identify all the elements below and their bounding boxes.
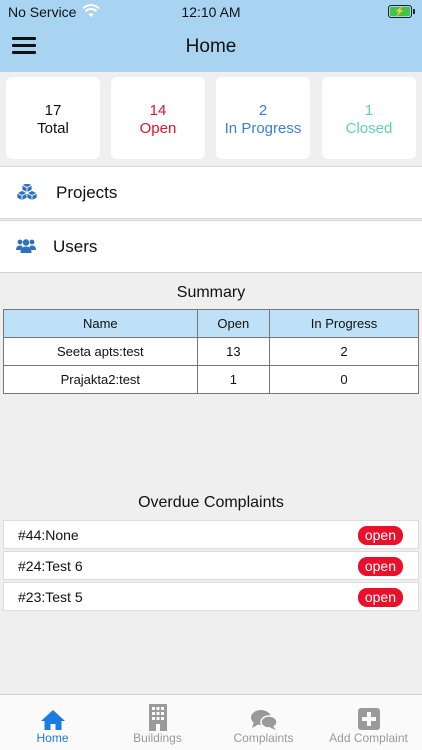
stat-count: 1: [364, 102, 374, 119]
stats-row: 17 Total 14 Open 2 In Progress 1 Closed: [6, 77, 416, 159]
summary-title: Summary: [176, 284, 246, 301]
top-bar: No Service 12:10 AM ⚡ Home: [0, 0, 422, 72]
stat-card-open[interactable]: 14 Open: [111, 77, 205, 159]
tab-label: Complaints: [233, 731, 294, 745]
building-icon: [148, 704, 167, 731]
tab-buildings[interactable]: Buildings: [105, 695, 210, 750]
status-badge: open: [357, 557, 403, 576]
stat-count: 14: [149, 102, 167, 119]
stat-label: Closed: [345, 120, 393, 137]
page-title: Home: [185, 36, 237, 57]
stat-label: Total: [37, 120, 69, 137]
summary-table: Name Open In Progress Seeta apts:test 13…: [3, 309, 419, 394]
complaint-text: #23:Test 5: [18, 589, 83, 605]
column-header: Open: [196, 309, 271, 338]
table-cell: 13: [196, 337, 271, 366]
stat-label: In Progress: [224, 120, 302, 137]
table-cell: 0: [269, 365, 419, 394]
status-badge: open: [357, 588, 403, 607]
complaint-text: #24:Test 6: [18, 558, 83, 574]
plus-square-icon: [357, 708, 380, 730]
stat-card-closed[interactable]: 1 Closed: [322, 77, 416, 159]
complaint-item[interactable]: #23:Test 5 open: [3, 582, 419, 611]
overdue-title: Overdue Complaints: [138, 494, 284, 511]
tab-label: Buildings: [133, 731, 182, 745]
table-header-row: Name Open In Progress: [3, 309, 419, 338]
complaint-text: #44:None: [18, 527, 79, 543]
complaint-item[interactable]: #44:None open: [3, 520, 419, 549]
table-cell: 2: [269, 337, 419, 366]
stat-card-total[interactable]: 17 Total: [6, 77, 100, 159]
tab-bar: Home Buildings Complaints Add Complaint: [0, 694, 422, 750]
nav-label-users: Users: [53, 237, 98, 256]
home-icon: [40, 710, 65, 730]
table-row: Prajakta2:test 1 0: [3, 365, 419, 394]
stat-count: 17: [44, 102, 62, 119]
nav-item-users[interactable]: Users: [0, 220, 422, 273]
tab-complaints[interactable]: Complaints: [211, 695, 316, 750]
nav-item-projects[interactable]: Projects: [0, 166, 422, 219]
table-cell: 1: [196, 365, 271, 394]
chat-bubbles-icon: [250, 710, 278, 730]
status-badge: open: [357, 526, 403, 545]
tab-label: Add Complaint: [329, 731, 408, 745]
table-cell: Seeta apts:test: [3, 337, 198, 366]
stat-label: Open: [139, 120, 177, 137]
tab-label: Home: [36, 731, 69, 745]
table-row: Seeta apts:test 13 2: [3, 337, 419, 366]
column-header: Name: [3, 309, 198, 338]
clock: 12:10 AM: [181, 4, 241, 20]
column-header: In Progress: [269, 309, 419, 338]
nav-label-projects: Projects: [56, 183, 118, 202]
stat-count: 2: [258, 102, 268, 119]
table-cell: Prajakta2:test: [3, 365, 198, 394]
complaint-item[interactable]: #24:Test 6 open: [3, 551, 419, 580]
tab-add-complaint[interactable]: Add Complaint: [316, 695, 421, 750]
status-bar: No Service 12:10 AM ⚡: [0, 3, 422, 21]
battery-icon: ⚡: [388, 5, 415, 18]
users-icon: [16, 238, 36, 259]
stat-card-in-progress[interactable]: 2 In Progress: [216, 77, 310, 159]
tab-home[interactable]: Home: [0, 695, 105, 750]
boxes-icon: [16, 182, 38, 207]
